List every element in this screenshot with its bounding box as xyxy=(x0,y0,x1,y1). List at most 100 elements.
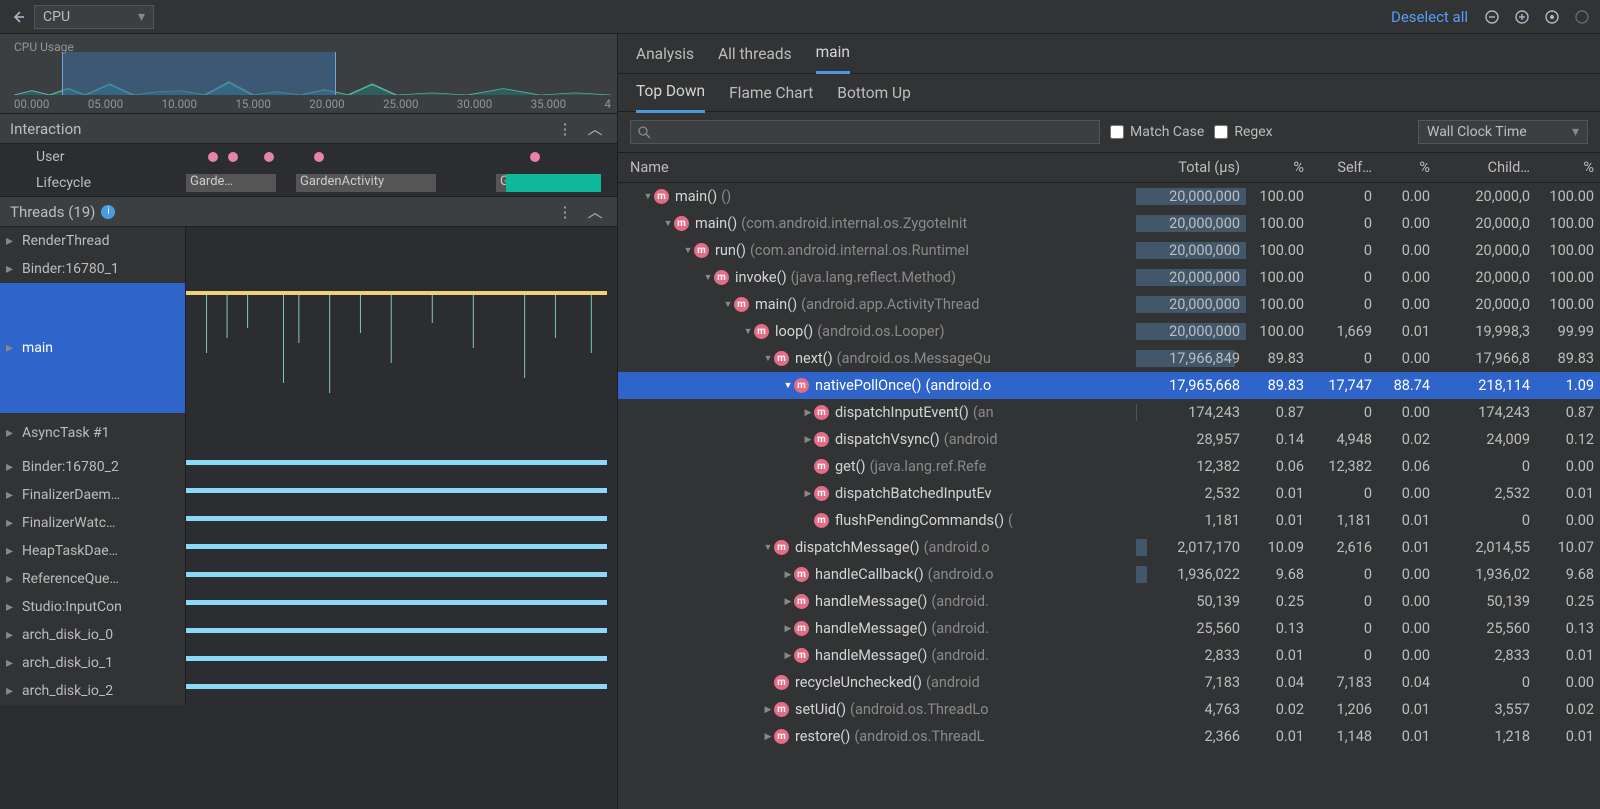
thread-track[interactable] xyxy=(186,283,617,413)
thread-track[interactable] xyxy=(186,537,617,565)
match-case-checkbox[interactable]: Match Case xyxy=(1110,124,1204,140)
call-row[interactable]: ▼mloop()(android.os.Looper)20,000,000100… xyxy=(618,318,1600,345)
profiler-select[interactable]: CPU ▾ xyxy=(34,5,154,29)
chevron-right-icon[interactable]: ▶ xyxy=(762,705,774,715)
call-row[interactable]: mrecycleUnchecked()(android7,1830.047,18… xyxy=(618,669,1600,696)
deselect-all-link[interactable]: Deselect all xyxy=(1391,8,1468,26)
thread-row[interactable]: ▸AsyncTask #1 xyxy=(0,413,617,453)
search-field[interactable] xyxy=(651,125,1093,140)
info-icon[interactable]: i xyxy=(101,205,115,219)
call-row[interactable]: ▶mdispatchVsync()(android28,9570.144,948… xyxy=(618,426,1600,453)
call-row[interactable]: ▼mmain()()20,000,000100.0000.0020,000,01… xyxy=(618,183,1600,210)
chevron-right-icon[interactable]: ▶ xyxy=(782,597,794,607)
more-icon[interactable]: ⋮ xyxy=(553,200,577,224)
thread-row[interactable]: ▸HeapTaskDae… xyxy=(0,537,617,565)
thread-track[interactable] xyxy=(186,481,617,509)
thread-row[interactable]: ▸Binder:16780_2 xyxy=(0,453,617,481)
call-row[interactable]: ▼mdispatchMessage()(android.o2,017,17010… xyxy=(618,534,1600,561)
chevron-down-icon[interactable]: ▼ xyxy=(642,191,654,202)
tree-body[interactable]: ▼mmain()()20,000,000100.0000.0020,000,01… xyxy=(618,183,1600,809)
thread-row[interactable]: ▸Studio:InputCon xyxy=(0,593,617,621)
chevron-right-icon[interactable]: ▶ xyxy=(782,624,794,634)
thread-track[interactable] xyxy=(186,413,617,453)
col-total[interactable]: Total (µs) xyxy=(1136,159,1246,176)
thread-row[interactable]: ▸RenderThread xyxy=(0,227,617,255)
thread-track[interactable] xyxy=(186,453,617,481)
call-row[interactable]: mget()(java.lang.ref.Refe12,3820.0612,38… xyxy=(618,453,1600,480)
thread-row[interactable]: ▸main xyxy=(0,283,617,413)
call-row[interactable]: ▶mhandleCallback()(android.o1,936,0229.6… xyxy=(618,561,1600,588)
collapse-icon[interactable]: ︿ xyxy=(583,117,607,141)
chevron-down-icon[interactable]: ▼ xyxy=(762,542,774,553)
tab-flame-chart[interactable]: Flame Chart xyxy=(729,84,813,112)
thread-row[interactable]: ▸FinalizerWatc… xyxy=(0,509,617,537)
call-row[interactable]: ▶mhandleMessage()(android.2,8330.0100.00… xyxy=(618,642,1600,669)
chevron-right-icon[interactable]: ▶ xyxy=(782,570,794,580)
zoom-in-icon[interactable] xyxy=(1510,5,1534,29)
more-icon[interactable]: ⋮ xyxy=(553,117,577,141)
clock-select[interactable]: Wall Clock Time ▾ xyxy=(1418,120,1588,144)
zoom-out-icon[interactable] xyxy=(1480,5,1504,29)
lifecycle-track[interactable]: Garde… GardenActivity GardenAc… xyxy=(186,170,617,196)
thread-row[interactable]: ▸Binder:16780_1 xyxy=(0,255,617,283)
call-row[interactable]: ▶mhandleMessage()(android.50,1390.2500.0… xyxy=(618,588,1600,615)
tab-all-threads[interactable]: All threads xyxy=(718,45,792,73)
chevron-right-icon[interactable]: ▶ xyxy=(802,408,814,418)
chevron-right-icon[interactable]: ▶ xyxy=(802,489,814,499)
col-name[interactable]: Name xyxy=(618,159,1136,176)
chevron-right-icon[interactable]: ▶ xyxy=(802,435,814,445)
tab-analysis[interactable]: Analysis xyxy=(636,45,694,73)
chevron-right-icon[interactable]: ▶ xyxy=(782,651,794,661)
search-input[interactable] xyxy=(630,120,1100,144)
call-row[interactable]: ▶mrestore()(android.os.ThreadL2,3660.011… xyxy=(618,723,1600,750)
thread-track[interactable] xyxy=(186,649,617,677)
thread-track[interactable] xyxy=(186,227,617,255)
tab-main[interactable]: main xyxy=(816,43,850,74)
col-pct2[interactable]: % xyxy=(1378,159,1436,176)
call-row[interactable]: ▼mnext()(android.os.MessageQu17,966,8498… xyxy=(618,345,1600,372)
settings-icon[interactable] xyxy=(1570,5,1594,29)
thread-row[interactable]: ▸ReferenceQue… xyxy=(0,565,617,593)
thread-row[interactable]: ▸arch_disk_io_1 xyxy=(0,649,617,677)
back-arrow-icon[interactable] xyxy=(6,5,30,29)
chevron-down-icon[interactable]: ▼ xyxy=(782,380,794,391)
call-row[interactable]: ▼mmain()(com.android.internal.os.ZygoteI… xyxy=(618,210,1600,237)
thread-track[interactable] xyxy=(186,621,617,649)
col-child[interactable]: Child… xyxy=(1436,159,1536,176)
cpu-selection-range[interactable] xyxy=(62,52,337,95)
thread-track[interactable] xyxy=(186,677,617,705)
call-row[interactable]: ▶mdispatchBatchedInputEv2,5320.0100.002,… xyxy=(618,480,1600,507)
collapse-icon[interactable]: ︿ xyxy=(583,200,607,224)
chevron-down-icon[interactable]: ▼ xyxy=(742,326,754,337)
chevron-down-icon[interactable]: ▼ xyxy=(702,272,714,283)
call-row[interactable]: ▶mdispatchInputEvent()(an174,2430.8700.0… xyxy=(618,399,1600,426)
thread-track[interactable] xyxy=(186,593,617,621)
cpu-usage-chart[interactable]: CPU Usage 00.00005.00010.00015.00020.000… xyxy=(0,34,617,114)
col-self[interactable]: Self… xyxy=(1310,159,1378,176)
call-row[interactable]: ▼minvoke()(java.lang.reflect.Method)20,0… xyxy=(618,264,1600,291)
tab-top-down[interactable]: Top Down xyxy=(636,82,705,113)
thread-track[interactable] xyxy=(186,565,617,593)
call-row[interactable]: ▶msetUid()(android.os.ThreadLo4,7630.021… xyxy=(618,696,1600,723)
regex-checkbox[interactable]: Regex xyxy=(1214,124,1272,140)
col-pct1[interactable]: % xyxy=(1246,159,1310,176)
thread-row[interactable]: ▸FinalizerDaem… xyxy=(0,481,617,509)
thread-row[interactable]: ▸arch_disk_io_0 xyxy=(0,621,617,649)
call-row[interactable]: ▼mnativePollOnce()(android.o17,965,66889… xyxy=(618,372,1600,399)
chevron-down-icon[interactable]: ▼ xyxy=(762,353,774,364)
chevron-down-icon[interactable]: ▼ xyxy=(722,299,734,310)
call-row[interactable]: mflushPendingCommands()(1,1810.011,1810.… xyxy=(618,507,1600,534)
tab-bottom-up[interactable]: Bottom Up xyxy=(837,84,911,112)
thread-track[interactable] xyxy=(186,255,617,283)
chevron-down-icon[interactable]: ▼ xyxy=(682,245,694,256)
chevron-down-icon[interactable]: ▼ xyxy=(662,218,674,229)
zoom-reset-icon[interactable] xyxy=(1540,5,1564,29)
thread-track[interactable] xyxy=(186,509,617,537)
col-pct3[interactable]: % xyxy=(1536,159,1600,176)
call-row[interactable]: ▼mmain()(android.app.ActivityThread20,00… xyxy=(618,291,1600,318)
call-row[interactable]: ▶mhandleMessage()(android.25,5600.1300.0… xyxy=(618,615,1600,642)
thread-row[interactable]: ▸arch_disk_io_2 xyxy=(0,677,617,705)
call-row[interactable]: ▼mrun()(com.android.internal.os.RuntimeI… xyxy=(618,237,1600,264)
chevron-right-icon[interactable]: ▶ xyxy=(762,732,774,742)
user-track[interactable] xyxy=(186,144,617,170)
